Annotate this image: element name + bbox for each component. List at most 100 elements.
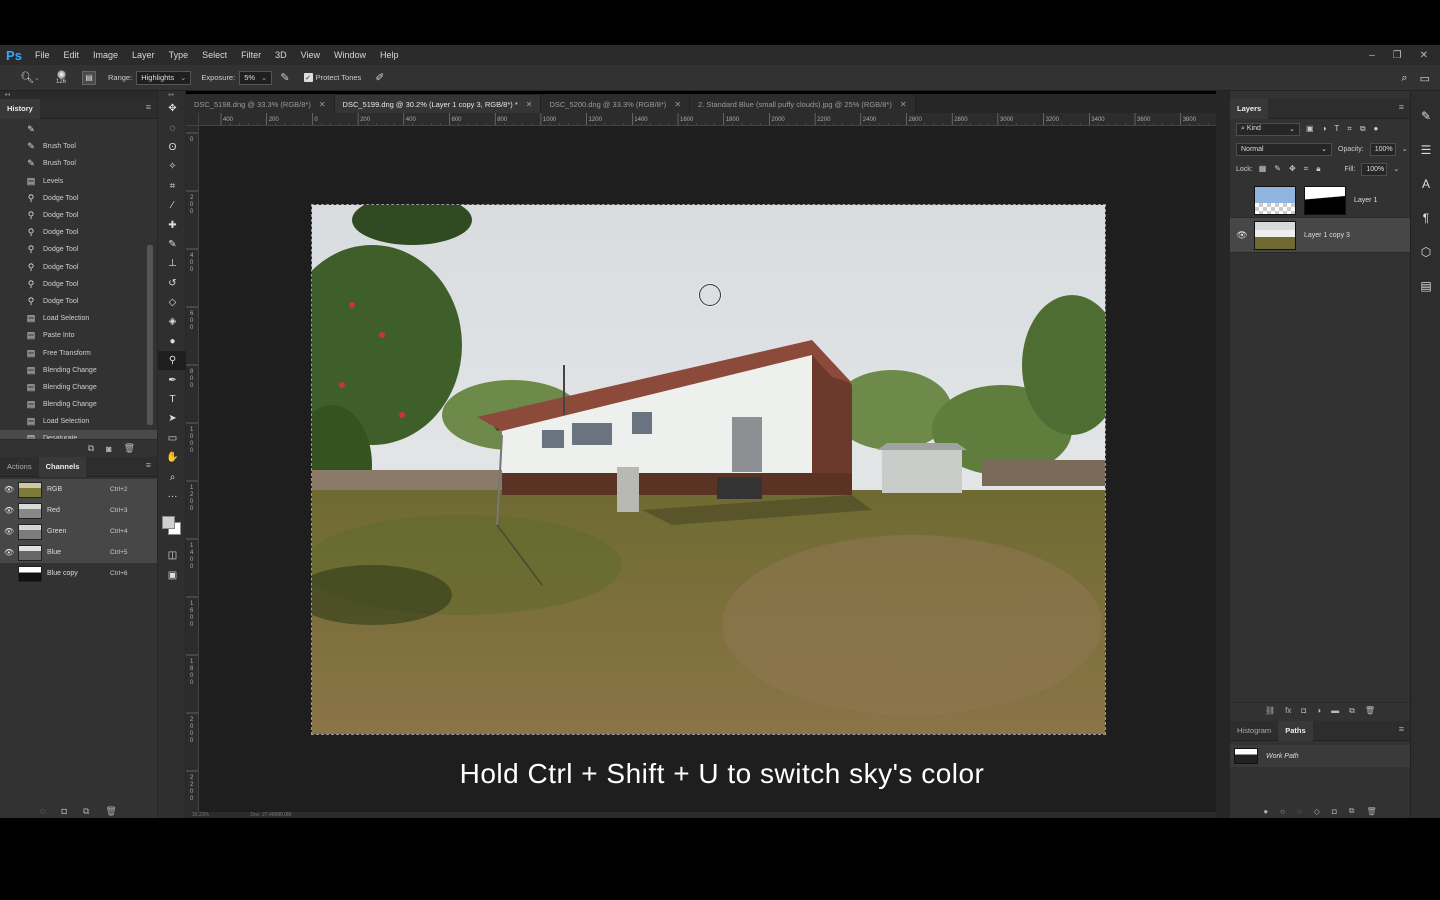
rectangle-tool-icon[interactable]: ▭ <box>158 429 187 448</box>
brush-tool-icon[interactable]: ✎ <box>158 235 187 254</box>
layer-thumbnail[interactable] <box>1254 185 1296 215</box>
history-item[interactable]: ▤ Free Transform <box>0 344 157 361</box>
path-selection-tool-icon[interactable]: ➤ <box>158 409 187 428</box>
menu-type[interactable]: Type <box>162 50 196 60</box>
lock-artboard-icon[interactable]: ⌗ <box>1304 164 1309 174</box>
stroke-path-icon[interactable]: ○ <box>1280 807 1285 816</box>
history-snapshot-checkbox[interactable] <box>6 125 15 134</box>
brush-settings-icon[interactable]: ▤ <box>82 70 96 85</box>
adjustment-filter-icon[interactable]: ◑ <box>1322 124 1327 134</box>
load-selection-icon[interactable]: ◌ <box>40 806 45 816</box>
panel-menu-icon[interactable]: ≡ <box>146 461 151 470</box>
history-snapshot-checkbox[interactable] <box>6 314 15 323</box>
panel-dock-divider[interactable] <box>1216 91 1230 818</box>
history-item[interactable]: ▤ Blending Change <box>0 379 157 396</box>
channel-row[interactable]: 👁︎ Green Ctrl+4 <box>0 521 157 542</box>
menu-3d[interactable]: 3D <box>268 50 294 60</box>
crop-tool-icon[interactable]: ⌗ <box>158 177 187 196</box>
healing-brush-tool-icon[interactable]: ✚ <box>158 215 187 234</box>
layer-kind-filter[interactable]: ⌕ Kind ⌄ <box>1236 122 1300 136</box>
channel-row[interactable]: 👁︎ RGB Ctrl+2 <box>0 479 157 500</box>
trash-icon[interactable]: 🗑︎ <box>105 806 116 817</box>
save-selection-icon[interactable]: ◘ <box>62 806 67 816</box>
pen-tool-icon[interactable]: ✒ <box>158 370 187 389</box>
adjustment-layer-icon[interactable]: ◑ <box>1316 706 1321 715</box>
opacity-field[interactable]: 100% <box>1369 142 1396 156</box>
fill-path-icon[interactable]: ● <box>1263 807 1268 816</box>
menu-help[interactable]: Help <box>373 50 406 60</box>
eye-icon[interactable]: 👁︎ <box>0 527 18 536</box>
screen-mode-icon[interactable]: ▣ <box>158 566 187 585</box>
history-item[interactable]: ▤ Blending Change <box>0 362 157 379</box>
libraries-panel-icon[interactable]: ▤ <box>1411 269 1440 303</box>
filter-toggle-icon[interactable]: ● <box>1374 124 1379 134</box>
exposure-field[interactable]: 5% ⌄ <box>239 70 273 85</box>
ruler-origin[interactable] <box>186 113 199 126</box>
menu-select[interactable]: Select <box>195 50 234 60</box>
menu-filter[interactable]: Filter <box>234 50 268 60</box>
dodge-tool-icon[interactable]: ⚲ <box>158 351 187 371</box>
restore-button[interactable]: ❐ <box>1393 50 1402 61</box>
close-icon[interactable]: ✕ <box>674 100 681 109</box>
new-channel-icon[interactable]: ⧉ <box>83 806 89 817</box>
range-select[interactable]: Highlights ⌄ <box>136 70 192 85</box>
tool-preset-picker[interactable]: 🔍︎ ⌄ <box>12 68 48 88</box>
clone-stamp-tool-icon[interactable]: ⊥ <box>158 254 187 273</box>
history-item[interactable]: ✎ <box>0 121 157 138</box>
layer-row[interactable]: 👁︎ Layer 1 copy 3 <box>1230 218 1410 253</box>
more-tools-icon[interactable]: ··· <box>158 487 187 506</box>
adjustments-panel-icon[interactable]: ☰ <box>1411 133 1440 167</box>
new-document-from-state-icon[interactable]: ⧉ <box>88 443 94 454</box>
document-tab[interactable]: DSC_5198.dng @ 33.3% (RGB/8*) ✕ <box>186 95 335 113</box>
history-item[interactable]: ▤ Load Selection <box>0 310 157 327</box>
workspace-icon[interactable]: ▭ <box>1420 72 1430 85</box>
document-tab[interactable]: DSC_5199.dng @ 30.2% (Layer 1 copy 3, RG… <box>334 95 542 113</box>
history-snapshot-checkbox[interactable] <box>6 280 15 289</box>
fx-icon[interactable]: fx <box>1285 706 1291 715</box>
history-snapshot-checkbox[interactable] <box>6 142 15 151</box>
tab-paths[interactable]: Paths <box>1278 720 1313 741</box>
history-scrollbar[interactable] <box>147 125 153 431</box>
eye-icon[interactable]: 👁︎ <box>0 548 18 557</box>
menu-image[interactable]: Image <box>86 50 125 60</box>
history-item[interactable]: ⚲ Dodge Tool <box>0 276 157 293</box>
history-snapshot-checkbox[interactable] <box>6 194 15 203</box>
channel-row[interactable]: 👁︎ Blue Ctrl+5 <box>0 542 157 563</box>
foreground-color-swatch[interactable] <box>162 516 175 530</box>
trash-icon[interactable]: 🗑︎ <box>1365 706 1375 715</box>
search-icon[interactable]: ⌕ <box>1401 72 1407 85</box>
tab-history[interactable]: History <box>0 98 40 119</box>
eye-icon[interactable]: 👁︎ <box>0 485 18 494</box>
trash-icon[interactable]: 🗑︎ <box>1367 807 1377 816</box>
lock-transparent-icon[interactable]: ▦ <box>1259 164 1267 174</box>
blur-tool-icon[interactable]: ● <box>158 332 187 351</box>
history-snapshot-checkbox[interactable] <box>6 159 15 168</box>
type-tool-icon[interactable]: T <box>158 390 187 409</box>
history-item[interactable]: ✎ Brush Tool <box>0 155 157 172</box>
path-item[interactable]: Work Path <box>1230 745 1410 767</box>
history-snapshot-checkbox[interactable] <box>6 434 15 439</box>
close-icon[interactable]: ✕ <box>319 100 326 109</box>
character-panel-icon[interactable]: A <box>1411 167 1440 201</box>
tab-channels[interactable]: Channels <box>38 456 87 477</box>
history-item[interactable]: ▤ Levels <box>0 173 157 190</box>
marquee-tool-icon[interactable]: ◌ <box>158 118 187 137</box>
tab-histogram[interactable]: Histogram <box>1230 721 1278 741</box>
paint-bucket-tool-icon[interactable]: ◈ <box>158 312 187 331</box>
history-snapshot-checkbox[interactable] <box>6 417 15 426</box>
protect-tones-checkbox[interactable]: ✓ <box>303 73 313 82</box>
close-button[interactable]: ✕ <box>1420 50 1428 61</box>
panel-menu-icon[interactable]: ≡ <box>146 103 151 112</box>
load-path-selection-icon[interactable]: ◌ <box>1297 807 1302 816</box>
trash-icon[interactable]: 🗑︎ <box>124 443 135 454</box>
history-snapshot-checkbox[interactable] <box>6 177 15 186</box>
close-icon[interactable]: ✕ <box>900 100 907 109</box>
history-snapshot-checkbox[interactable] <box>6 297 15 306</box>
history-item[interactable]: ▤ Paste Into <box>0 327 157 344</box>
history-item[interactable]: ⚲ Dodge Tool <box>0 259 157 276</box>
color-swatches[interactable] <box>158 506 187 546</box>
history-item[interactable]: ✎ Brush Tool <box>0 138 157 155</box>
eye-icon[interactable]: 👁︎ <box>0 506 18 515</box>
eyedropper-tool-icon[interactable]: ⁄ <box>158 196 187 215</box>
history-snapshot-checkbox[interactable] <box>6 366 15 375</box>
